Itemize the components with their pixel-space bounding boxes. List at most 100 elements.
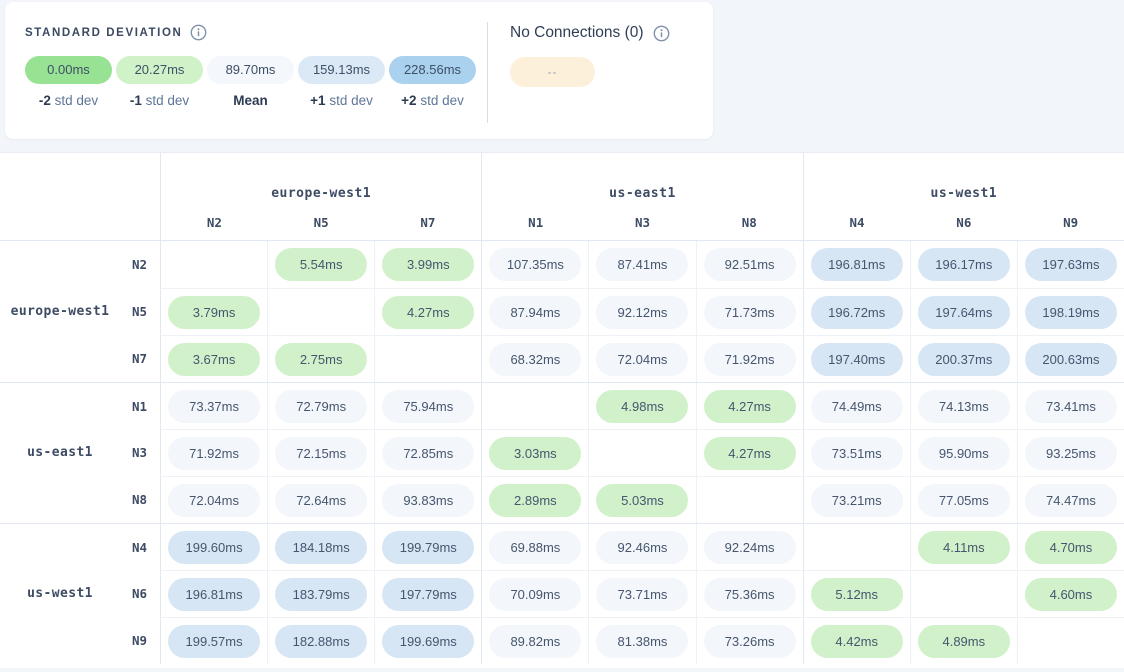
latency-cell: 72.15ms [267,429,374,476]
latency-cell: 72.04ms [160,476,267,523]
latency-pill[interactable]: 75.36ms [704,578,796,611]
latency-pill[interactable]: 74.13ms [918,390,1010,423]
latency-cell: 3.99ms [374,241,481,288]
latency-pill[interactable]: 72.64ms [275,484,367,517]
latency-pill[interactable]: 3.67ms [168,343,260,376]
latency-pill[interactable]: 198.19ms [1025,296,1117,329]
latency-pill[interactable]: 183.79ms [275,578,367,611]
latency-pill[interactable]: 197.79ms [382,578,474,611]
latency-pill[interactable]: 196.17ms [918,248,1010,281]
latency-pill[interactable]: 68.32ms [489,343,581,376]
info-icon[interactable] [190,24,207,41]
latency-pill[interactable]: 197.40ms [811,343,903,376]
latency-pill[interactable]: 2.89ms [489,484,581,517]
std-deviation-title: STANDARD DEVIATION [25,27,182,39]
latency-cell: 197.64ms [910,288,1017,335]
latency-pill[interactable]: 73.26ms [704,625,796,658]
row-node-label: N5 [120,304,160,319]
latency-pill[interactable]: 4.27ms [382,296,474,329]
row-node-label: N8 [120,492,160,507]
latency-cell: 68.32ms [481,335,588,382]
latency-pill[interactable]: 107.35ms [489,248,581,281]
latency-pill[interactable]: 3.99ms [382,248,474,281]
latency-cell: 71.92ms [160,429,267,476]
latency-pill[interactable]: 5.03ms [596,484,688,517]
latency-pill[interactable]: 4.70ms [1025,531,1117,564]
latency-pill[interactable]: 3.79ms [168,296,260,329]
latency-pill[interactable]: 196.81ms [811,248,903,281]
latency-pill[interactable]: 73.21ms [811,484,903,517]
table-row: N2 5.54ms 3.99ms 107.35ms 87.41ms 92.51ms 196.… [0,241,1124,288]
latency-pill[interactable]: 184.18ms [275,531,367,564]
latency-pill[interactable]: 182.88ms [275,625,367,658]
latency-pill[interactable]: 5.54ms [275,248,367,281]
latency-pill[interactable]: 5.12ms [811,578,903,611]
latency-pill[interactable]: 4.27ms [704,390,796,423]
latency-pill[interactable]: 70.09ms [489,578,581,611]
std-deviation-legend: STANDARD DEVIATION 0.00ms 20.27ms 89.70m… [5,2,487,139]
latency-pill[interactable]: 4.27ms [704,437,796,470]
table-row: europe-west1N5 3.79ms 4.27ms 87.94ms 92.12ms… [0,288,1124,335]
latency-pill[interactable]: 71.92ms [168,437,260,470]
node-column-header: N7 [375,215,482,230]
latency-pill[interactable]: 87.94ms [489,296,581,329]
node-column-header: N5 [268,215,375,230]
legend-pill-plus2: 228.56ms [389,56,476,84]
latency-pill[interactable]: 72.04ms [168,484,260,517]
latency-cell: 196.81ms [160,570,267,617]
latency-pill[interactable]: 73.51ms [811,437,903,470]
latency-cell: 87.41ms [588,241,695,288]
latency-pill[interactable]: 73.71ms [596,578,688,611]
latency-pill[interactable]: 197.63ms [1025,248,1117,281]
latency-pill[interactable]: 71.73ms [704,296,796,329]
latency-pill[interactable]: 72.04ms [596,343,688,376]
row-region-label: europe-west1 [0,304,120,319]
latency-pill[interactable]: 95.90ms [918,437,1010,470]
latency-pill[interactable]: 92.12ms [596,296,688,329]
latency-pill[interactable]: 74.47ms [1025,484,1117,517]
latency-pill[interactable]: 199.69ms [382,625,474,658]
latency-pill[interactable]: 4.42ms [811,625,903,658]
node-column-header: N6 [910,215,1017,230]
latency-pill[interactable]: 73.37ms [168,390,260,423]
latency-pill[interactable]: 196.81ms [168,578,260,611]
latency-pill[interactable]: 199.79ms [382,531,474,564]
latency-pill[interactable]: 93.83ms [382,484,474,517]
latency-pill[interactable]: 196.72ms [811,296,903,329]
latency-pill[interactable]: 92.51ms [704,248,796,281]
latency-pill[interactable]: 93.25ms [1025,437,1117,470]
latency-pill[interactable]: 4.98ms [596,390,688,423]
latency-pill[interactable]: 199.57ms [168,625,260,658]
latency-pill[interactable]: 87.41ms [596,248,688,281]
latency-pill[interactable]: 197.64ms [918,296,1010,329]
latency-pill[interactable]: 3.03ms [489,437,581,470]
latency-pill[interactable]: 89.82ms [489,625,581,658]
latency-pill[interactable]: 200.63ms [1025,343,1117,376]
node-column-header: N4 [804,215,911,230]
latency-pill[interactable]: 92.46ms [596,531,688,564]
latency-pill[interactable]: 72.15ms [275,437,367,470]
latency-pill[interactable]: 73.41ms [1025,390,1117,423]
latency-pill[interactable]: 72.79ms [275,390,367,423]
empty-cell [588,429,695,476]
latency-pill[interactable]: 4.60ms [1025,578,1117,611]
latency-pill[interactable]: 200.37ms [918,343,1010,376]
latency-pill[interactable]: 2.75ms [275,343,367,376]
latency-pill[interactable]: 69.88ms [489,531,581,564]
latency-pill[interactable]: 75.94ms [382,390,474,423]
latency-pill[interactable]: 81.38ms [596,625,688,658]
latency-pill[interactable]: 92.24ms [704,531,796,564]
latency-pill[interactable]: 199.60ms [168,531,260,564]
latency-cell: 196.81ms [803,241,910,288]
latency-pill[interactable]: 71.92ms [704,343,796,376]
latency-cell: 197.40ms [803,335,910,382]
info-icon[interactable] [653,25,670,42]
latency-cell: 89.82ms [481,617,588,664]
latency-pill[interactable]: 4.89ms [918,625,1010,658]
latency-pill[interactable]: 77.05ms [918,484,1010,517]
latency-pill[interactable]: 4.11ms [918,531,1010,564]
latency-pill[interactable]: 72.85ms [382,437,474,470]
latency-pill[interactable]: 74.49ms [811,390,903,423]
row-header-cell: N2 [0,241,160,288]
latency-cell: 2.89ms [481,476,588,523]
